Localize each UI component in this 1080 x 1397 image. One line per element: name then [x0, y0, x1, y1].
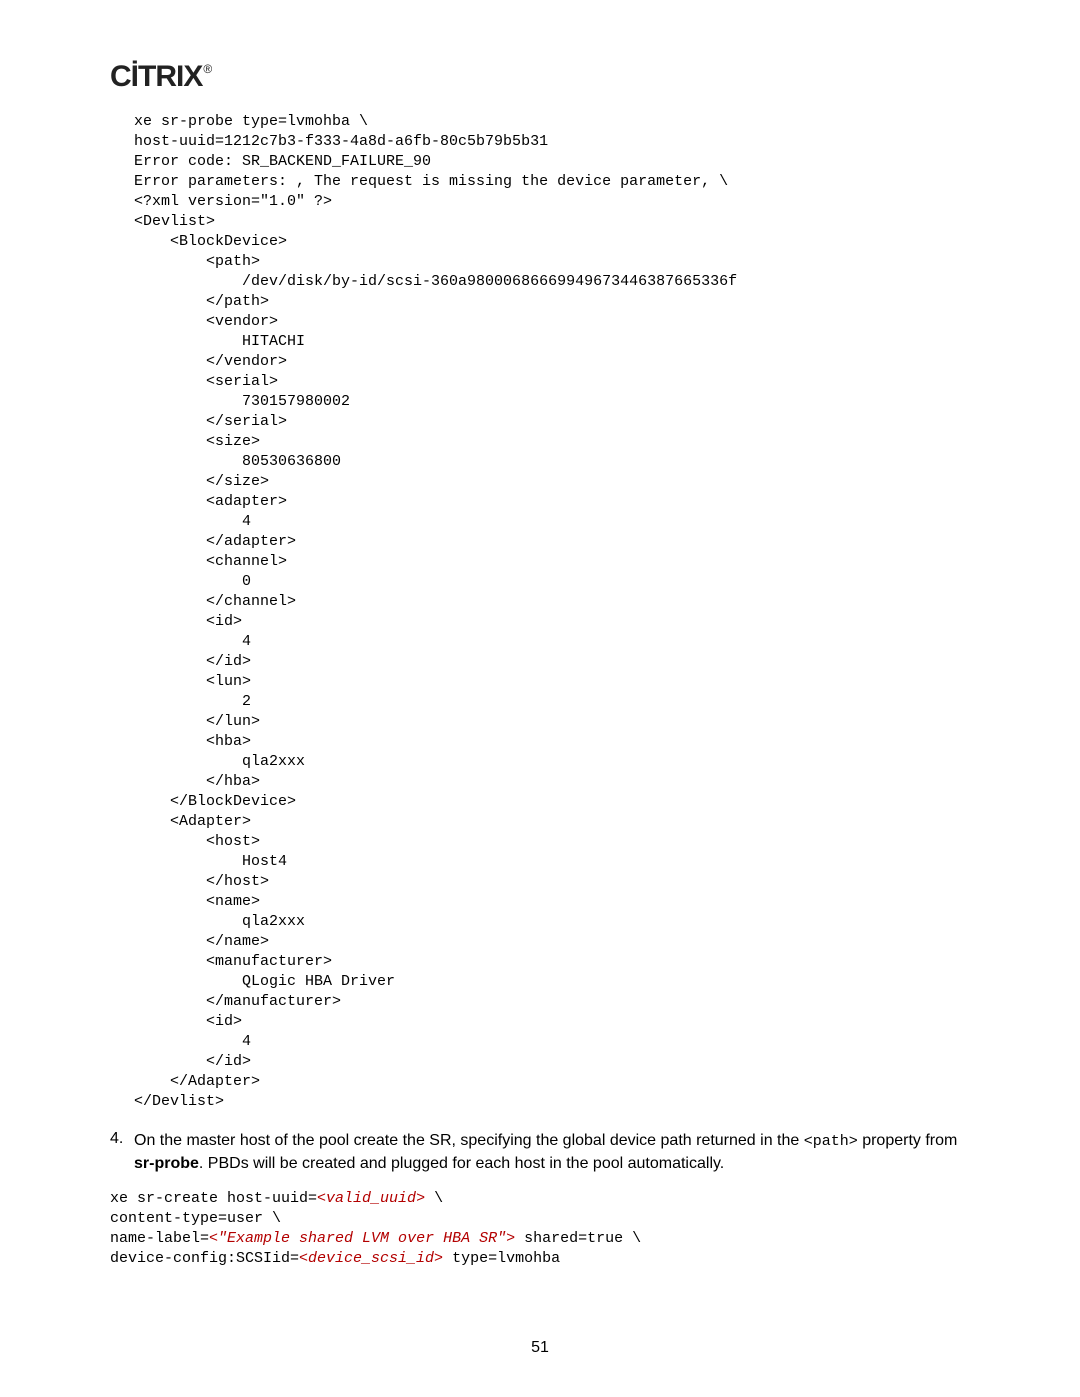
c2-l3a: name-label=: [110, 1230, 209, 1247]
c2-l1c: \: [425, 1190, 443, 1207]
step-text-2: property from: [858, 1132, 958, 1149]
sr-probe-output: xe sr-probe type=lvmohba \ host-uuid=121…: [134, 112, 970, 1112]
c2-l2: content-type=user \: [110, 1210, 281, 1227]
c2-l4a: device-config:SCSIid=: [110, 1250, 299, 1267]
c2-l3b: <"Example shared LVM over HBA SR">: [209, 1230, 515, 1247]
page-number: 51: [0, 1339, 1080, 1357]
step-text-1: On the master host of the pool create th…: [134, 1132, 804, 1149]
path-tag: <path>: [804, 1133, 858, 1150]
c2-l4c: type=lvmohba: [443, 1250, 560, 1267]
c2-l4b: <device_scsi_id>: [299, 1250, 443, 1267]
c2-l1a: xe sr-create host-uuid=: [110, 1190, 317, 1207]
sr-create-command: xe sr-create host-uuid=<valid_uuid> \ co…: [110, 1189, 970, 1269]
step-number: 4.: [110, 1130, 134, 1175]
c2-l3c: shared=true \: [515, 1230, 641, 1247]
c2-l1b: <valid_uuid>: [317, 1190, 425, 1207]
citrix-logo: CİTRIX®: [110, 60, 970, 94]
step-4: 4. On the master host of the pool create…: [110, 1130, 970, 1175]
logo-text: CİTRIX: [110, 60, 202, 93]
step-body: On the master host of the pool create th…: [134, 1130, 970, 1175]
step-text-3: . PBDs will be created and plugged for e…: [199, 1155, 724, 1172]
sr-probe-bold: sr-probe: [134, 1155, 199, 1172]
logo-registered: ®: [203, 62, 211, 76]
